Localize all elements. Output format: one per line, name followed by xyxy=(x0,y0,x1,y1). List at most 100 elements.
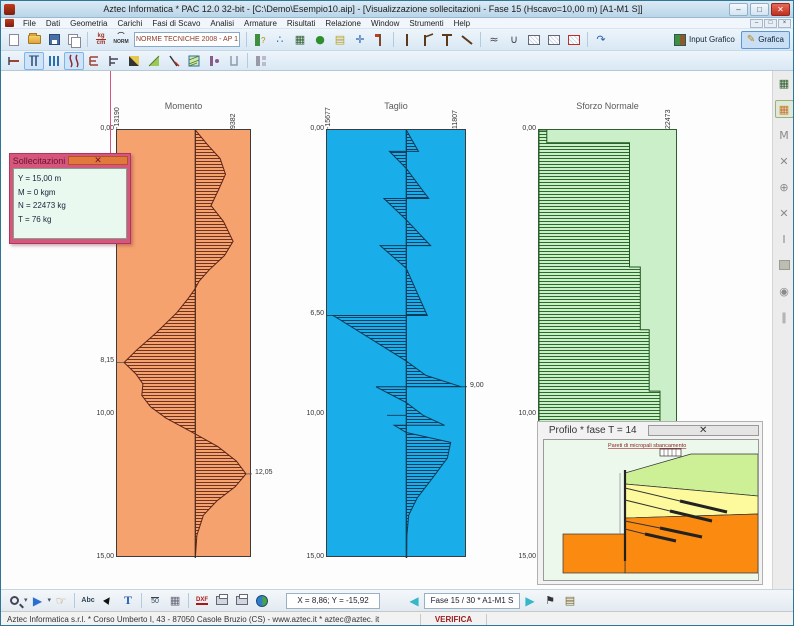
status-bar: Aztec Informatica s.r.l. * Corso Umberto… xyxy=(1,611,793,626)
menu-dati[interactable]: Dati xyxy=(41,19,65,28)
vegetation-button[interactable]: ● xyxy=(310,31,330,49)
hatch-option2-button[interactable] xyxy=(544,31,564,49)
tools-button[interactable]: ✕ xyxy=(775,152,794,170)
menu-file[interactable]: File xyxy=(18,19,41,28)
pile-button[interactable] xyxy=(397,31,417,49)
layout-button[interactable] xyxy=(251,52,271,70)
pan-direction-button[interactable]: ▶ xyxy=(28,592,48,610)
moment-diagram-button[interactable] xyxy=(24,52,44,70)
text-tool-button[interactable]: T xyxy=(118,592,138,610)
menu-window[interactable]: Window xyxy=(366,19,404,28)
soil-layers-button[interactable]: ▤ xyxy=(330,31,350,49)
input-grafico-icon xyxy=(674,34,686,46)
zoom-button[interactable] xyxy=(4,592,24,610)
menu-help[interactable]: Help xyxy=(449,19,475,28)
grafica-button[interactable]: ✎Grafica xyxy=(741,31,790,49)
moment-tool-button[interactable]: M xyxy=(775,126,794,144)
dxf-export-button[interactable]: DXF xyxy=(192,592,212,610)
menu-relazione[interactable]: Relazione xyxy=(320,19,366,28)
spellcheck-button[interactable]: Abc xyxy=(78,592,98,610)
open-file-button[interactable] xyxy=(24,31,44,49)
section-arrows-button[interactable]: ✛ xyxy=(350,31,370,49)
profilo-close-button[interactable]: ✕ xyxy=(648,425,760,436)
u-shape-button[interactable] xyxy=(224,52,244,70)
dark-triangle-button[interactable] xyxy=(124,52,144,70)
minimize-button[interactable]: – xyxy=(729,3,748,16)
blank-swatch-button[interactable] xyxy=(775,256,794,274)
new-file-button[interactable] xyxy=(4,31,24,49)
title-bar: Aztec Informatica * PAC 12.0 32-bit - [C… xyxy=(1,1,793,18)
beam-diagram-button[interactable] xyxy=(104,52,124,70)
menu-geometria[interactable]: Geometria xyxy=(65,19,112,28)
mdi-restore-button[interactable]: □ xyxy=(764,19,777,28)
displacement-diagram-button[interactable] xyxy=(4,52,24,70)
color-map-button[interactable]: ▦ xyxy=(775,100,794,118)
menu-analisi[interactable]: Analisi xyxy=(205,19,239,28)
phase-box[interactable]: Fase 15 / 30 * A1-M1 S xyxy=(424,593,520,609)
profilo-drawing: Pareti di micropali sbancamento xyxy=(543,439,759,581)
save-button[interactable] xyxy=(44,31,64,49)
bar-dot-button[interactable] xyxy=(204,52,224,70)
print-preview-button[interactable] xyxy=(232,592,252,610)
hand-pan-button[interactable]: ☞ xyxy=(51,592,71,610)
abc-icon: Abc xyxy=(81,597,94,604)
menu-carichi[interactable]: Carichi xyxy=(112,19,147,28)
hatch-remove-button[interactable] xyxy=(564,31,584,49)
light-triangle-button[interactable] xyxy=(144,52,164,70)
pile-cap-button[interactable] xyxy=(437,31,457,49)
select-cursor-button[interactable]: ▶ xyxy=(98,592,118,610)
displacement-diagram-icon xyxy=(7,54,21,68)
zoom-caret[interactable]: ▾ xyxy=(24,597,28,604)
drawing-canvas[interactable]: Momento Taglio Sforzo Normale -13190 938… xyxy=(1,71,794,589)
menu-risultati[interactable]: Risultati xyxy=(282,19,320,28)
norm-icon: ⌒NORM xyxy=(113,34,128,45)
pile-ruler-icon xyxy=(373,33,387,47)
units-button[interactable]: kgcm xyxy=(91,31,111,49)
export-button[interactable]: ↷ xyxy=(591,31,611,49)
inclined-line-button[interactable] xyxy=(164,52,184,70)
table-icon: ▤ xyxy=(565,595,575,606)
design-code-combo[interactable]: NORME TECNICHE 2008 - AP 1 xyxy=(134,32,240,47)
sollecitazioni-popup[interactable]: Sollecitazioni ✕ Y = 15,00 m M = 0 kgm N… xyxy=(9,153,131,244)
menu-strumenti[interactable]: Strumenti xyxy=(404,19,448,28)
anchor-diagram-button[interactable] xyxy=(84,52,104,70)
next-phase-button[interactable]: ▶ xyxy=(520,592,540,610)
hatch-option-button[interactable] xyxy=(524,31,544,49)
hatched-panel-button[interactable] xyxy=(184,52,204,70)
delete-tool-button[interactable]: ✕ xyxy=(775,204,794,222)
close-button[interactable]: ✕ xyxy=(771,3,790,16)
dimension-button[interactable]: 50 xyxy=(145,592,165,610)
print-button[interactable] xyxy=(212,592,232,610)
pile-dimension-button[interactable] xyxy=(370,31,390,49)
profilo-window[interactable]: Profilo * fase T = 14 ✕ Par xyxy=(537,421,763,585)
menu-fasi-di-scavo[interactable]: Fasi di Scavo xyxy=(147,19,205,28)
table-view-button[interactable]: ▤ xyxy=(560,592,580,610)
render-button[interactable]: ◉ xyxy=(775,282,794,300)
wall-data-button[interactable]: ▦ xyxy=(290,31,310,49)
split-view-button[interactable]: ∥ xyxy=(775,308,794,326)
dimension-grid-button[interactable]: ▦ xyxy=(165,592,185,610)
norms-button[interactable]: ⌒NORM xyxy=(111,31,131,49)
analysis-options-button[interactable]: ? xyxy=(250,31,270,49)
annotate-button[interactable]: ⚑ xyxy=(540,592,560,610)
mdi-minimize-button[interactable]: – xyxy=(750,19,763,28)
menu-armature[interactable]: Armature xyxy=(239,19,282,28)
copy-button[interactable] xyxy=(64,31,84,49)
mdi-close-button[interactable]: × xyxy=(778,19,791,28)
spring-button[interactable]: ≈ xyxy=(484,31,504,49)
pile-anchor-button[interactable] xyxy=(417,31,437,49)
popup-close-button[interactable]: ✕ xyxy=(68,156,128,165)
prev-phase-button[interactable]: ◀ xyxy=(404,592,424,610)
compass-button[interactable]: ⊕ xyxy=(775,178,794,196)
momento-depth-815: 8,15 xyxy=(92,357,114,364)
help-button[interactable] xyxy=(252,592,272,610)
section-cursor-button[interactable]: I xyxy=(775,230,794,248)
maximize-button[interactable]: □ xyxy=(750,3,769,16)
pressure-diagram-button[interactable] xyxy=(44,52,64,70)
tieback-button[interactable] xyxy=(457,31,477,49)
u-clamp-button[interactable]: ∪ xyxy=(504,31,524,49)
results-table-button[interactable]: ▦ xyxy=(775,74,794,92)
input-grafico-button[interactable]: Input Grafico xyxy=(668,31,741,49)
node-points-button[interactable]: ∴ xyxy=(270,31,290,49)
combined-diagram-button[interactable] xyxy=(64,52,84,70)
